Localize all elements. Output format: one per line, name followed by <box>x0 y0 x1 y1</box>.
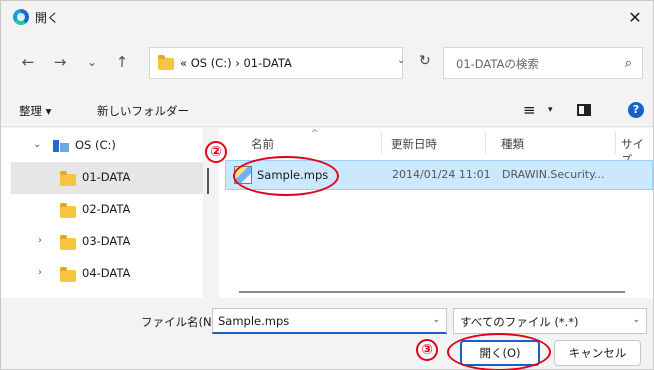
open-file-dialog: 開く ✕ ← → ⌄ ↑ « OS (C:) › 01-DATA ⌄ ↻ 01-… <box>0 0 654 370</box>
tree-item-label: 04-DATA <box>82 266 131 280</box>
annotation-ring-file <box>233 156 339 196</box>
navigation-tree: ⌄ OS (C:) 01-DATA 02-DATA › 03-DATA › 04… <box>1 128 203 298</box>
expand-chevron-icon[interactable]: › <box>38 235 42 246</box>
title-bar: 開く ✕ <box>1 1 653 35</box>
new-folder-button[interactable]: 新しいフォルダー <box>97 103 189 119</box>
column-divider[interactable] <box>615 132 616 154</box>
horizontal-scrollbar[interactable] <box>239 291 625 293</box>
tree-item-02-data[interactable]: 02-DATA <box>1 194 203 226</box>
tree-item-01-data[interactable]: 01-DATA <box>11 162 203 194</box>
column-divider[interactable] <box>381 132 382 154</box>
column-header-type[interactable]: 種類 <box>501 136 524 152</box>
chevron-down-icon[interactable]: ⌄ <box>432 315 440 325</box>
filename-value: Sample.mps <box>218 314 290 328</box>
file-type-select[interactable]: すべてのファイル (*.*) ⌄ <box>453 308 647 334</box>
tree-item-os-drive[interactable]: ⌄ OS (C:) <box>1 130 203 162</box>
up-button[interactable]: ↑ <box>111 51 133 73</box>
address-path: « OS (C:) › 01-DATA <box>180 56 292 70</box>
file-list: ^ 名前 更新日時 種類 サイズ Sample.mps 2014/01/24 1… <box>219 128 653 298</box>
step-3-marker: ③ <box>416 339 438 361</box>
expand-chevron-icon[interactable]: ⌄ <box>33 139 41 150</box>
tree-item-04-data[interactable]: › 04-DATA <box>1 258 203 290</box>
close-button[interactable]: ✕ <box>621 5 649 31</box>
edge-browser-icon <box>13 9 29 25</box>
annotation-ring-open <box>447 333 551 370</box>
search-input[interactable]: 01-DATAの検索 ⌕ <box>443 47 643 79</box>
folder-icon <box>60 267 76 282</box>
preview-pane-icon[interactable] <box>577 104 591 116</box>
help-icon[interactable]: ? <box>628 102 644 118</box>
chevron-down-icon[interactable]: ⌄ <box>632 315 640 325</box>
address-bar[interactable]: « OS (C:) › 01-DATA <box>149 47 403 79</box>
tree-item-label: OS (C:) <box>75 138 116 152</box>
recent-locations-button[interactable]: ⌄ <box>81 51 103 73</box>
tree-item-03-data[interactable]: › 03-DATA <box>1 226 203 258</box>
file-type: DRAWIN.Security... <box>502 168 605 181</box>
organize-button[interactable]: 整理 ▾ <box>19 103 51 119</box>
filename-label: ファイル名(N): <box>141 315 220 329</box>
drive-icon <box>53 140 69 152</box>
back-button[interactable]: ← <box>17 51 39 73</box>
column-header-date[interactable]: 更新日時 <box>391 136 437 152</box>
navigation-bar: ← → ⌄ ↑ « OS (C:) › 01-DATA ⌄ ↻ 01-DATAの… <box>1 41 653 85</box>
refresh-button[interactable]: ↻ <box>419 53 431 69</box>
file-modified-date: 2014/01/24 11:01 <box>392 168 491 181</box>
step-2-marker: ② <box>205 141 227 163</box>
sort-ascending-icon: ^ <box>311 129 319 139</box>
folder-icon <box>60 235 76 250</box>
folder-icon <box>60 203 76 218</box>
file-type-value: すべてのファイル (*.*) <box>460 315 579 329</box>
forward-button[interactable]: → <box>49 51 71 73</box>
search-placeholder: 01-DATAの検索 <box>456 57 539 71</box>
dialog-title: 開く <box>35 11 60 25</box>
cancel-button[interactable]: キャンセル <box>554 340 641 366</box>
column-header-name[interactable]: 名前 <box>251 136 274 152</box>
folder-icon <box>158 55 174 70</box>
column-divider[interactable] <box>485 132 486 154</box>
tree-splitter-handle[interactable] <box>207 168 209 194</box>
tree-item-label: 02-DATA <box>82 202 131 216</box>
tree-item-label: 01-DATA <box>82 170 131 184</box>
tree-item-label: 03-DATA <box>82 234 131 248</box>
command-toolbar: 整理 ▾ 新しいフォルダー ≡ ▾ ? <box>1 93 653 127</box>
expand-chevron-icon[interactable]: › <box>38 267 42 278</box>
view-dropdown-icon[interactable]: ▾ <box>548 105 553 115</box>
filename-field[interactable]: Sample.mps ⌄ <box>212 308 447 334</box>
view-options-icon[interactable]: ≡ <box>523 101 536 119</box>
search-icon: ⌕ <box>624 56 632 71</box>
address-dropdown-icon[interactable]: ⌄ <box>397 55 405 66</box>
folder-icon <box>60 171 76 186</box>
